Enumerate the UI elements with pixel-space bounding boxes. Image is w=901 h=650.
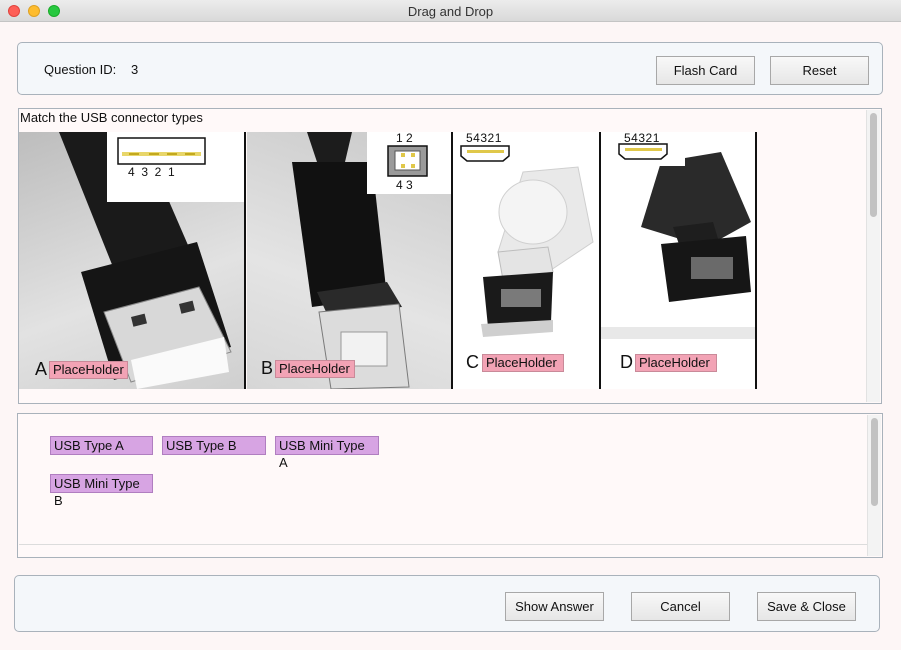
usb-mini-b-pinout: 54321: [605, 131, 685, 166]
answer-chip-usb-type-b[interactable]: USB Type B: [162, 436, 266, 455]
connector-letter-a: A: [35, 359, 48, 379]
usb-type-a-pinout: 4 3 2 1: [107, 132, 245, 202]
answer-chip-usb-mini-type-b[interactable]: USB Mini Type B: [50, 474, 153, 508]
answer-chip-usb-mini-type-a[interactable]: USB Mini Type A: [275, 436, 379, 470]
drop-target-b[interactable]: PlaceHolder: [275, 360, 355, 378]
header-panel: Question ID: 3 Flash Card Reset: [17, 42, 883, 95]
cancel-button[interactable]: Cancel: [631, 592, 730, 621]
question-area: Match the USB connector types 4 3 2 1 1 …: [18, 108, 882, 404]
connector-letter-c: C: [466, 352, 479, 372]
image-divider: [599, 132, 601, 389]
drop-target-d[interactable]: PlaceHolder: [635, 354, 717, 372]
image-divider: [755, 132, 757, 389]
title-bar: Drag and Drop: [0, 0, 901, 22]
footer-panel: Show Answer Cancel Save & Close: [14, 575, 880, 632]
drop-target-c[interactable]: PlaceHolder: [482, 354, 564, 372]
tray-scrollbar[interactable]: [867, 415, 881, 556]
flash-card-button[interactable]: Flash Card: [656, 56, 755, 85]
tray-bottom-divider: [19, 544, 867, 545]
question-scrollbar-thumb[interactable]: [870, 113, 877, 217]
show-answer-button[interactable]: Show Answer: [505, 592, 604, 621]
reset-button[interactable]: Reset: [770, 56, 869, 85]
question-id-label: Question ID:: [44, 62, 117, 77]
answer-tray: USB Type A USB Type B USB Mini Type A US…: [17, 413, 883, 558]
image-divider: [451, 132, 453, 389]
answer-chip-usb-type-a[interactable]: USB Type A: [50, 436, 153, 455]
connector-letter-d: D: [620, 352, 633, 372]
usb-type-a-pin-numbers: 4 3 2 1: [128, 165, 175, 179]
usb-mini-a-pinout: 54321: [453, 131, 539, 168]
usb-mini-a-photo: [453, 132, 600, 389]
question-instruction: Match the USB connector types: [20, 110, 203, 125]
window-title: Drag and Drop: [407, 4, 494, 19]
usb-mini-b-photo: [601, 132, 757, 389]
drop-target-a[interactable]: PlaceHolder: [49, 361, 128, 379]
image-divider: [244, 132, 246, 389]
question-scrollbar[interactable]: [866, 110, 880, 402]
save-close-button[interactable]: Save & Close: [757, 592, 856, 621]
question-id-value: 3: [131, 62, 139, 77]
connector-letter-b: B: [261, 358, 274, 378]
tray-scrollbar-thumb[interactable]: [871, 418, 878, 506]
usb-type-b-pinout: 1 2 4 3: [367, 131, 451, 194]
usb-type-b-pin-bottom: 4 3: [396, 178, 413, 192]
